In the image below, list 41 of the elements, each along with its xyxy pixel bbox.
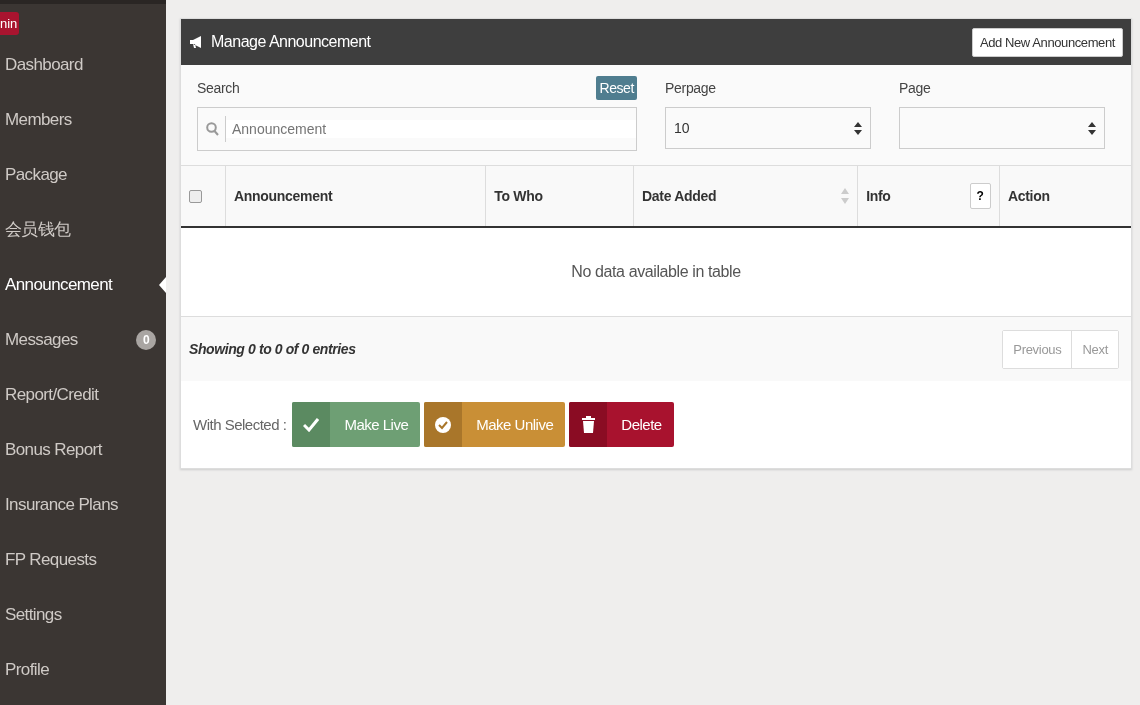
empty-message: No data available in table <box>571 263 741 280</box>
sidebar-item[interactable]: Insurance Plans <box>0 477 166 532</box>
help-button[interactable]: ? <box>969 183 991 209</box>
page-select[interactable] <box>899 107 1105 149</box>
bulk-action-button[interactable]: Delete <box>569 402 674 447</box>
perpage-label: Perpage <box>665 80 716 96</box>
updown-icon <box>854 121 862 135</box>
megaphone-icon <box>189 35 204 49</box>
sidebar-item[interactable]: Report/Credit <box>0 367 166 422</box>
sidebar-item[interactable]: Bonus Report <box>0 422 166 477</box>
brand-badge: nin <box>0 12 20 35</box>
sidebar-item[interactable]: Settings <box>0 587 166 642</box>
panel-title: Manage Announcement <box>211 33 371 51</box>
column-header: Announcement <box>234 188 333 204</box>
sort-icon[interactable] <box>841 188 850 204</box>
updown-icon <box>1088 121 1096 135</box>
search-label: Search <box>197 80 240 96</box>
trash-icon <box>581 416 595 433</box>
sidebar-item[interactable]: 会员钱包 <box>0 202 166 257</box>
sidebar-item[interactable]: Members <box>0 92 166 147</box>
reset-button[interactable]: Reset <box>596 76 637 100</box>
sidebar-item[interactable]: FP Requests <box>0 532 166 587</box>
count-badge: 0 <box>136 329 156 350</box>
select-all-checkbox[interactable] <box>189 189 202 203</box>
search-icon <box>206 122 219 136</box>
sidebar-item[interactable]: Package <box>0 147 166 202</box>
sidebar-item[interactable]: Dashboard <box>0 37 166 92</box>
column-header: Date Added <box>642 188 717 204</box>
column-header: Info <box>866 188 891 204</box>
entries-info: Showing 0 to 0 of 0 entries <box>189 341 356 357</box>
sidebar-item[interactable]: Profile <box>0 642 166 697</box>
add-new-button[interactable]: Add New Announcement <box>971 27 1123 57</box>
with-selected-label: With Selected : <box>193 416 287 433</box>
sidebar-item[interactable]: Messages 0 <box>0 312 166 367</box>
check-circle-icon <box>435 416 452 433</box>
check-icon <box>303 417 320 432</box>
page-label: Page <box>899 80 931 96</box>
column-header: Action <box>1007 188 1050 204</box>
perpage-select[interactable]: 10 <box>665 107 871 149</box>
column-header: To Who <box>494 188 543 204</box>
search-field[interactable]: Announcement <box>197 107 637 151</box>
